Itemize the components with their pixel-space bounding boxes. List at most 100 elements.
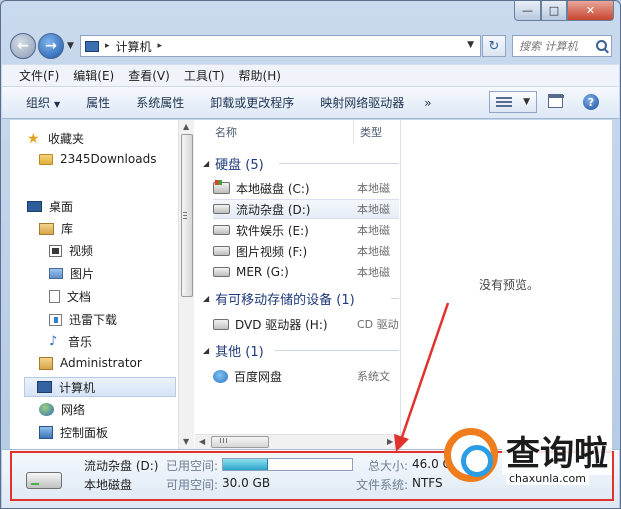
list-item[interactable]: 本地磁盘 (C:) 本地磁 [213, 178, 399, 198]
group-header-hard-disks[interactable]: ◢ 硬盘 (5) [203, 154, 264, 173]
organize-button[interactable]: 组织 ▼ [26, 94, 60, 111]
group-header-other[interactable]: ◢ 其他 (1) [203, 341, 264, 360]
scroll-down-icon[interactable]: ▼ [183, 437, 189, 446]
drive-icon [213, 225, 230, 235]
watermark-url: chaxunla.com [506, 472, 589, 485]
download-icon [49, 313, 62, 326]
sidebar-item-computer[interactable]: 计算机 [24, 377, 176, 397]
star-icon: ★ [27, 130, 40, 147]
column-header-name[interactable]: 名称 [195, 120, 354, 144]
picture-icon [49, 268, 63, 279]
list-item[interactable]: 流动杂盘 (D:) 本地磁 [213, 199, 399, 219]
list-item[interactable]: DVD 驱动器 (H:) CD 驱动 [213, 314, 399, 334]
sidebar-item-label: 图片 [70, 267, 95, 281]
sidebar-item-administrator[interactable]: Administrator [39, 356, 142, 370]
address-bar[interactable]: ▸ 计算机 ▸ ▼ [80, 35, 481, 57]
collapse-icon[interactable]: ◢ [203, 346, 209, 355]
folder-icon [39, 153, 53, 165]
chevron-down-icon: ▼ [523, 97, 530, 107]
sidebar-item-label: 2345Downloads [60, 152, 157, 166]
list-item[interactable]: 百度网盘 系统文 [213, 366, 399, 386]
breadcrumb-separator[interactable]: ▸ [105, 41, 110, 51]
map-network-drive-button[interactable]: 映射网络驱动器 [320, 94, 404, 111]
search-icon[interactable] [596, 40, 607, 51]
address-history-dropdown[interactable]: ▼ [467, 40, 474, 50]
menu-edit[interactable]: 编辑(E) [73, 67, 114, 84]
system-properties-button[interactable]: 系统属性 [136, 94, 184, 111]
menu-tools[interactable]: 工具(T) [184, 67, 225, 84]
preview-pane: 没有预览。 [400, 120, 612, 449]
list-item[interactable]: 图片视频 (F:) 本地磁 [213, 241, 399, 261]
file-name: MER (G:) [236, 265, 289, 279]
arrow-left-icon: ← [17, 38, 29, 54]
file-name: 本地磁盘 (C:) [236, 181, 310, 196]
column-header-type[interactable]: 类型 [354, 120, 399, 144]
control-panel-icon [39, 426, 53, 439]
organize-label: 组织 [26, 96, 51, 110]
scroll-left-icon[interactable]: ◀ [199, 437, 205, 446]
desktop-icon [27, 201, 42, 212]
sidebar-item-label: 网络 [61, 403, 86, 417]
help-button[interactable]: ? [583, 94, 599, 110]
properties-button[interactable]: 属性 [86, 94, 110, 111]
sidebar-item-videos[interactable]: 视频 [49, 242, 93, 259]
sidebar-item-label: 收藏夹 [48, 132, 85, 146]
forward-button[interactable]: → [38, 33, 64, 59]
sidebar-item-favorites[interactable]: ★ 收藏夹 [27, 130, 84, 147]
search-input[interactable] [519, 39, 595, 53]
group-title: 硬盘 (5) [215, 158, 264, 173]
group-header-removable-storage[interactable]: ◢ 有可移动存储的设备 (1) [203, 289, 355, 308]
navigation-scrollbar[interactable]: ▲ ▼ [178, 120, 194, 449]
drive-icon [213, 246, 230, 256]
recent-pages-dropdown[interactable]: ▼ [67, 41, 74, 51]
file-name: 百度网盘 [234, 369, 283, 384]
refresh-button[interactable]: ↻ [482, 35, 506, 57]
arrow-right-icon: → [45, 38, 57, 54]
sidebar-item-label: 库 [61, 222, 74, 236]
scroll-right-icon[interactable]: ▶ [387, 437, 393, 446]
minimize-button[interactable]: — [514, 1, 541, 21]
sidebar-item-xunlei-downloads[interactable]: 迅雷下载 [49, 311, 117, 328]
file-list-horizontal-scrollbar[interactable]: ◀ ▶ [195, 434, 399, 449]
sidebar-item-documents[interactable]: 文档 [49, 288, 91, 305]
collapse-icon[interactable]: ◢ [203, 294, 209, 303]
library-icon [39, 222, 54, 235]
sidebar-item-desktop[interactable]: 桌面 [27, 198, 73, 215]
list-item[interactable]: 软件娱乐 (E:) 本地磁 [213, 220, 399, 240]
preview-pane-button[interactable] [548, 94, 564, 108]
group-title: 其他 (1) [215, 345, 264, 360]
sidebar-item-label: 文档 [67, 290, 92, 304]
back-button[interactable]: ← [10, 33, 36, 59]
menu-view[interactable]: 查看(V) [128, 67, 170, 84]
file-type: 本地磁 [357, 266, 390, 279]
sidebar-item-label: 计算机 [59, 380, 96, 395]
sidebar-item-control-panel[interactable]: 控制面板 [39, 424, 108, 441]
sidebar-item-network[interactable]: 网络 [39, 401, 85, 418]
file-type: CD 驱动 [357, 318, 399, 331]
file-name: 流动杂盘 (D:) [236, 202, 311, 217]
search-box[interactable] [512, 35, 612, 57]
menu-help[interactable]: 帮助(H) [239, 67, 281, 84]
scroll-up-icon[interactable]: ▲ [183, 122, 189, 131]
close-button[interactable]: ✕ [567, 1, 614, 21]
uninstall-program-button[interactable]: 卸载或更改程序 [210, 94, 294, 111]
file-type: 本地磁 [357, 203, 390, 216]
file-name: 软件娱乐 (E:) [236, 223, 309, 238]
change-view-button[interactable]: ▼ [489, 91, 537, 113]
menu-file[interactable]: 文件(F) [19, 67, 59, 84]
maximize-button[interactable]: □ [541, 1, 567, 21]
sidebar-item-libraries[interactable]: 库 [39, 220, 73, 237]
computer-icon [85, 40, 99, 52]
sidebar-item-2345downloads[interactable]: 2345Downloads [39, 152, 156, 166]
breadcrumb-computer[interactable]: 计算机 [116, 38, 152, 55]
list-item[interactable]: MER (G:) 本地磁 [213, 262, 399, 282]
group-divider [275, 350, 399, 351]
computer-icon [37, 381, 52, 393]
system-drive-icon [213, 180, 230, 194]
watermark-logo: 查询啦 chaxunla.com [444, 424, 614, 494]
sidebar-item-music[interactable]: ♪ 音乐 [49, 333, 92, 350]
collapse-icon[interactable]: ◢ [203, 159, 209, 168]
sidebar-item-pictures[interactable]: 图片 [49, 265, 94, 282]
breadcrumb-separator[interactable]: ▸ [158, 41, 163, 51]
more-commands-button[interactable]: » [424, 96, 431, 110]
